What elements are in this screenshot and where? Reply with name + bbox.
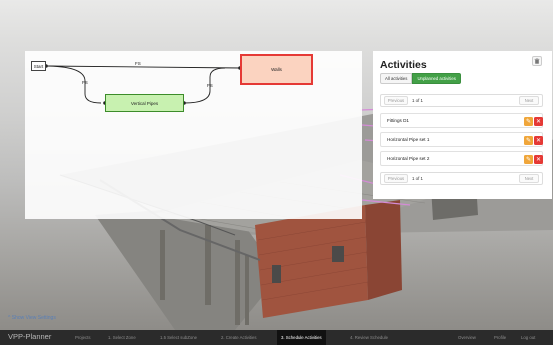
- activities-title: Activities: [380, 59, 427, 71]
- page-info: 1 of 1: [412, 176, 423, 181]
- next-page-button[interactable]: Next: [519, 174, 539, 183]
- delete-activity-button[interactable]: ✕: [534, 136, 543, 145]
- activity-name: Fittings D1: [387, 118, 409, 123]
- nav-select-subzone[interactable]: 1.5 Select subZone: [160, 335, 197, 340]
- previous-page-button[interactable]: Previous: [384, 174, 408, 183]
- trash-icon: [534, 58, 540, 64]
- nav-schedule-activities[interactable]: 3. Schedule Activities: [277, 330, 326, 345]
- activity-diagram-panel: Start Walls Vertical Pipes FS FS FS: [25, 51, 362, 219]
- nav-profile[interactable]: Profile: [494, 335, 506, 340]
- show-view-settings-link[interactable]: ^ Show View Settings: [8, 315, 56, 321]
- pencil-icon: ✎: [525, 157, 532, 163]
- activities-panel: Activities All activities Unplanned acti…: [373, 51, 552, 199]
- nav-logout[interactable]: Log out: [521, 335, 535, 340]
- nav-overview[interactable]: Overview: [458, 335, 476, 340]
- edit-activity-button[interactable]: ✎: [524, 155, 533, 164]
- pager-bottom: Previous 1 of 1 Next: [380, 172, 543, 185]
- tab-all-activities[interactable]: All activities: [380, 73, 413, 84]
- delete-all-button[interactable]: [532, 56, 542, 66]
- diagram-node-vertical-pipes[interactable]: Vertical Pipes: [105, 94, 184, 112]
- edge-label-fs-right: FS: [207, 83, 213, 88]
- edge-label-fs-top: FS: [135, 61, 141, 66]
- pencil-icon: ✎: [525, 138, 532, 144]
- edit-activity-button[interactable]: ✎: [524, 117, 533, 126]
- close-icon: ✕: [535, 157, 542, 163]
- brand-logo[interactable]: VPP-Planner: [8, 332, 51, 341]
- tab-unplanned-activities[interactable]: Unplanned activities: [412, 73, 461, 84]
- delete-activity-button[interactable]: ✕: [534, 117, 543, 126]
- nav-select-zone[interactable]: 1. Select Zone: [108, 335, 136, 340]
- nav-review-schedule[interactable]: 4. Review Schedule: [350, 335, 388, 340]
- pencil-icon: ✎: [525, 119, 532, 125]
- activity-row[interactable]: Horizontal Pipe set 2 ✎ ✕: [380, 151, 543, 166]
- nav-projects[interactable]: Projects: [75, 335, 91, 340]
- activity-row[interactable]: Fittings D1 ✎ ✕: [380, 113, 543, 128]
- nav-create-activities[interactable]: 2. Create Activities: [221, 335, 257, 340]
- activity-name: Horizontal Pipe set 1: [387, 137, 430, 142]
- bottom-navbar: VPP-Planner Projects 1. Select Zone 1.5 …: [0, 330, 553, 345]
- activity-name: Horizontal Pipe set 2: [387, 156, 430, 161]
- previous-page-button[interactable]: Previous: [384, 96, 408, 105]
- edge-label-fs-left: FS: [82, 80, 88, 85]
- close-icon: ✕: [535, 138, 542, 144]
- delete-activity-button[interactable]: ✕: [534, 155, 543, 164]
- edit-activity-button[interactable]: ✎: [524, 136, 533, 145]
- activities-tabs: All activities Unplanned activities: [380, 73, 461, 84]
- next-page-button[interactable]: Next: [519, 96, 539, 105]
- diagram-node-walls[interactable]: Walls: [240, 54, 313, 85]
- diagram-node-start[interactable]: Start: [31, 61, 46, 71]
- activity-row[interactable]: Horizontal Pipe set 1 ✎ ✕: [380, 132, 543, 147]
- pager-top: Previous 1 of 1 Next: [380, 94, 543, 107]
- page-info: 1 of 1: [412, 98, 423, 103]
- close-icon: ✕: [535, 119, 542, 125]
